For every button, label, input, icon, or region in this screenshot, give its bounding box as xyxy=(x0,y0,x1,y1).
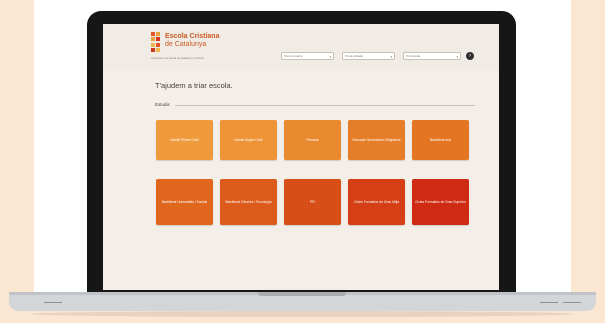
tile-label: Batxillerat Arts xyxy=(429,138,452,142)
tile-label: Educació Secundària Obligatòria xyxy=(352,138,401,142)
escola-select[interactable]: Tria l'escola ▾ xyxy=(403,52,461,60)
tile-cicles-grau-superior[interactable]: Cicles Formatius de Grau Superior xyxy=(412,179,469,225)
tile-batxillerat-ciencies[interactable]: Batxillerat Ciències i Tecnologia xyxy=(220,179,277,225)
tile-label: Primària xyxy=(306,138,319,142)
tile-batxillerat-humanitats[interactable]: Batxillerat Humanitats i Socials xyxy=(156,179,213,225)
section-label: Estudis xyxy=(155,102,170,107)
poblacio-select-value: Tria la població xyxy=(345,55,364,58)
laptop-screen: Escola Cristiana de Catalunya Construïm … xyxy=(103,24,499,290)
chevron-down-icon: ▾ xyxy=(456,55,458,59)
tile-label: Batxillerat Ciències i Tecnologia xyxy=(225,200,272,204)
brand-subtitle[interactable]: de Catalunya xyxy=(165,41,206,48)
tile-infantil-segon-cicle[interactable]: Infantil Segon Cicle xyxy=(220,120,277,160)
chevron-down-icon: ▾ xyxy=(390,55,392,59)
comarca-select[interactable]: Tria la comarca ▾ xyxy=(281,52,334,60)
chevron-down-icon: ▾ xyxy=(329,55,331,59)
brand-name[interactable]: Escola Cristiana xyxy=(165,33,219,40)
tile-infantil-primer-cicle[interactable]: Infantil Primer Cicle xyxy=(156,120,213,160)
tile-label: Infantil Segon Cicle xyxy=(234,138,263,142)
tile-label: PFI xyxy=(309,200,316,204)
tile-eso[interactable]: Educació Secundària Obligatòria xyxy=(348,120,405,160)
tile-label: Infantil Primer Cicle xyxy=(170,138,199,142)
right-peach-border xyxy=(571,0,605,292)
tile-label: Cicles Formatius de Grau Superior xyxy=(415,200,466,204)
escola-cristiana-logo-icon[interactable] xyxy=(151,32,161,52)
section-divider xyxy=(175,105,475,106)
tile-batxillerat-arts[interactable]: Batxillerat Arts xyxy=(412,120,469,160)
base-detail-left xyxy=(44,302,62,303)
go-circle-icon[interactable]: › xyxy=(466,52,474,60)
laptop-hinge-notch xyxy=(258,292,346,296)
laptop-shadow xyxy=(30,311,575,317)
tile-cicles-grau-mitja[interactable]: Cicles Formatius de Grau Mitjà xyxy=(348,179,405,225)
escola-select-value: Tria l'escola xyxy=(406,55,421,58)
base-detail-right-2 xyxy=(563,302,581,303)
site-tagline: Construïm una escola de qualitat per a t… xyxy=(151,57,205,60)
tile-label: Cicles Formatius de Grau Mitjà xyxy=(353,200,400,204)
site-header: Escola Cristiana de Catalunya Construïm … xyxy=(103,24,499,70)
tile-label: Batxillerat Humanitats i Socials xyxy=(161,200,208,204)
left-peach-border xyxy=(0,0,34,292)
tile-pfi[interactable]: PFI xyxy=(284,179,341,225)
comarca-select-value: Tria la comarca xyxy=(284,55,303,58)
base-detail-right-1 xyxy=(540,302,558,303)
tile-primaria[interactable]: Primària xyxy=(284,120,341,160)
page-title: T'ajudem a triar escola. xyxy=(155,81,233,90)
poblacio-select[interactable]: Tria la població ▾ xyxy=(342,52,395,60)
